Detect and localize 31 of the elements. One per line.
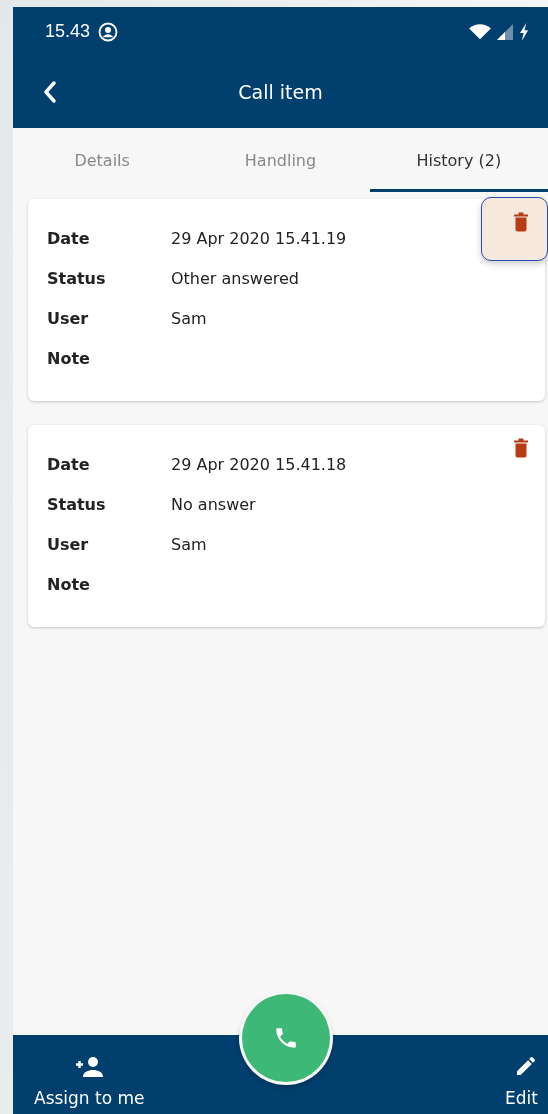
field-label: User [47, 535, 90, 554]
screen-title: Call item [238, 81, 323, 103]
pencil-icon [514, 1054, 538, 1078]
back-icon[interactable] [43, 81, 57, 103]
field-label: Status [47, 495, 107, 514]
trash-icon [512, 212, 529, 232]
delete-button[interactable] [481, 197, 548, 261]
field-label: Note [47, 349, 91, 368]
signal-icon [497, 23, 513, 40]
edit-button[interactable]: Edit [505, 1054, 538, 1108]
field-label: Date [47, 229, 91, 248]
assign-button[interactable]: Assign to me [34, 1056, 145, 1108]
field-value: Sam [171, 535, 207, 554]
field-value: Other answered [171, 269, 299, 288]
field-label: Status [47, 269, 107, 288]
call-button[interactable] [242, 994, 330, 1082]
phone-icon [273, 1025, 299, 1051]
field-value: Sam [171, 309, 207, 328]
field-label: Note [47, 575, 91, 594]
field-label: Date [47, 455, 91, 474]
charging-icon [519, 22, 530, 41]
trash-icon [512, 438, 529, 458]
person-add-icon [74, 1056, 105, 1078]
tab[interactable]: History (2) [369, 128, 548, 192]
field-value: 29 Apr 2020 15.41.19 [171, 229, 347, 248]
account-icon [98, 21, 119, 42]
field-value: 29 Apr 2020 15.41.18 [171, 455, 347, 474]
field-value: No answer [171, 495, 256, 514]
field-label: User [47, 309, 90, 328]
status-time: 15.43 [45, 21, 91, 42]
wifi-icon [469, 22, 491, 41]
